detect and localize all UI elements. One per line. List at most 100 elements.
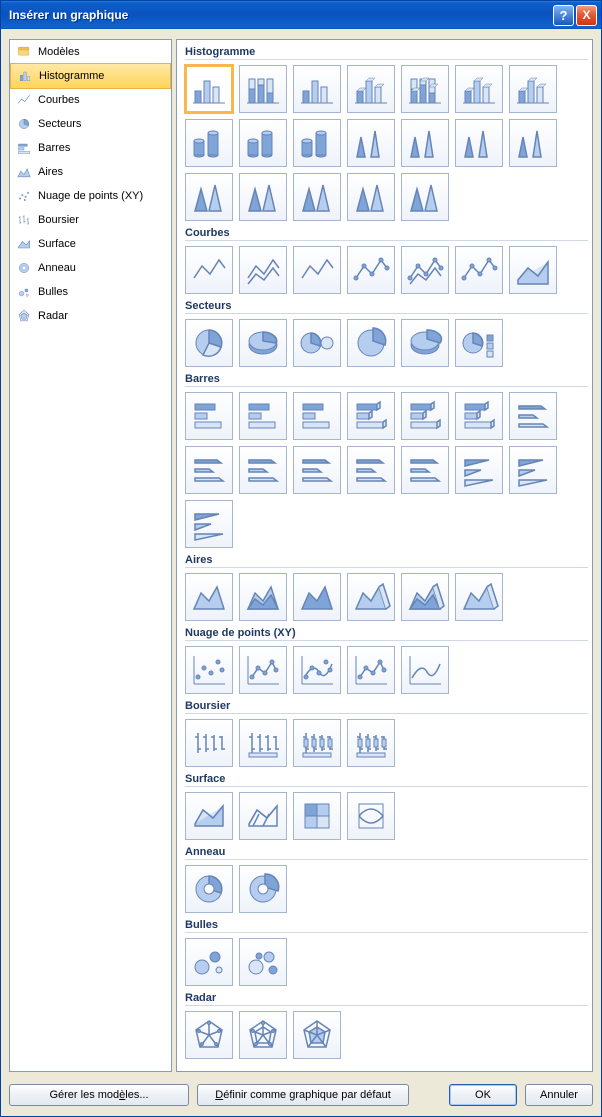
category-heading-stock: Boursier: [185, 698, 588, 714]
chart-tile-xyscatter-2[interactable]: [293, 646, 341, 694]
chart-tile-bar-10[interactable]: [347, 446, 395, 494]
sidebar-item-doughnut[interactable]: Anneau: [10, 256, 171, 280]
chart-tile-surface-0[interactable]: [185, 792, 233, 840]
chart-tile-stock-1[interactable]: [239, 719, 287, 767]
chart-tile-xyscatter-4[interactable]: [401, 646, 449, 694]
chart-tile-surface-1[interactable]: [239, 792, 287, 840]
chart-tile-column-18[interactable]: [401, 173, 449, 221]
chart-tile-bubble-0[interactable]: [185, 938, 233, 986]
chart-tile-surface-2[interactable]: [293, 792, 341, 840]
manage-templates-button[interactable]: Gérer les modèles...: [9, 1084, 189, 1106]
chart-tile-bar-8[interactable]: [239, 446, 287, 494]
chart-tile-bar-3[interactable]: [347, 392, 395, 440]
chart-tile-column-8[interactable]: [239, 119, 287, 167]
chart-tile-bar-2[interactable]: [293, 392, 341, 440]
help-button[interactable]: ?: [553, 5, 574, 26]
chart-tile-column-0[interactable]: [184, 64, 234, 114]
chart-tile-doughnut-0[interactable]: [185, 865, 233, 913]
chart-tile-column-10[interactable]: [347, 119, 395, 167]
chart-tile-radar-0[interactable]: [185, 1011, 233, 1059]
ok-button[interactable]: OK: [449, 1084, 517, 1106]
chart-tile-column-17[interactable]: [347, 173, 395, 221]
sidebar-item-label: Barres: [38, 142, 70, 154]
sidebar-item-xyscatter[interactable]: Nuage de points (XY): [10, 184, 171, 208]
chart-tile-bar-12[interactable]: [455, 446, 503, 494]
chart-tile-pie-0[interactable]: [185, 319, 233, 367]
sidebar-item-surface[interactable]: Surface: [10, 232, 171, 256]
surface-icon: [16, 236, 32, 252]
chart-tile-pie-3[interactable]: [347, 319, 395, 367]
chart-tile-column-3[interactable]: [347, 65, 395, 113]
area-icon: [16, 164, 32, 180]
chart-tile-bubble-1[interactable]: [239, 938, 287, 986]
chart-tile-pie-4[interactable]: [401, 319, 449, 367]
sidebar-item-column[interactable]: Histogramme: [10, 63, 171, 89]
chart-tile-line-0[interactable]: [185, 246, 233, 294]
chart-tile-column-14[interactable]: [185, 173, 233, 221]
chart-tile-column-2[interactable]: [293, 65, 341, 113]
sidebar-item-label: Boursier: [38, 214, 79, 226]
sidebar-item-bar[interactable]: Barres: [10, 136, 171, 160]
chart-tile-column-1[interactable]: [239, 65, 287, 113]
chart-tile-bar-4[interactable]: [401, 392, 449, 440]
chart-tile-bar-11[interactable]: [401, 446, 449, 494]
chart-tile-line-3[interactable]: [347, 246, 395, 294]
chart-tile-line-6[interactable]: [509, 246, 557, 294]
chart-tile-bar-5[interactable]: [455, 392, 503, 440]
chart-tile-line-4[interactable]: [401, 246, 449, 294]
chart-tile-stock-0[interactable]: [185, 719, 233, 767]
chart-tile-pie-2[interactable]: [293, 319, 341, 367]
sidebar-item-bubble[interactable]: Bulles: [10, 280, 171, 304]
chart-tile-xyscatter-1[interactable]: [239, 646, 287, 694]
sidebar-item-area[interactable]: Aires: [10, 160, 171, 184]
chart-tile-column-11[interactable]: [401, 119, 449, 167]
category-heading-bar: Barres: [185, 371, 588, 387]
chart-tile-bar-6[interactable]: [509, 392, 557, 440]
chart-tile-column-12[interactable]: [455, 119, 503, 167]
chart-tile-column-15[interactable]: [239, 173, 287, 221]
chart-tile-column-5[interactable]: [455, 65, 503, 113]
chart-tile-bar-1[interactable]: [239, 392, 287, 440]
chart-tile-column-13[interactable]: [509, 119, 557, 167]
chart-tile-line-5[interactable]: [455, 246, 503, 294]
chart-tile-area-4[interactable]: [401, 573, 449, 621]
chart-gallery[interactable]: HistogrammeCourbesSecteursBarresAiresNua…: [176, 39, 593, 1072]
close-button[interactable]: X: [576, 5, 597, 26]
chart-tile-radar-2[interactable]: [293, 1011, 341, 1059]
chart-tile-bar-0[interactable]: [185, 392, 233, 440]
chart-tile-area-0[interactable]: [185, 573, 233, 621]
chart-tile-bar-9[interactable]: [293, 446, 341, 494]
chart-tile-doughnut-1[interactable]: [239, 865, 287, 913]
chart-tile-column-16[interactable]: [293, 173, 341, 221]
chart-tile-column-4[interactable]: [401, 65, 449, 113]
cancel-button[interactable]: Annuler: [525, 1084, 593, 1106]
sidebar-item-stock[interactable]: Boursier: [10, 208, 171, 232]
set-default-button[interactable]: Définir comme graphique par défaut: [197, 1084, 409, 1106]
chart-tile-bar-13[interactable]: [509, 446, 557, 494]
chart-tile-bar-7[interactable]: [185, 446, 233, 494]
chart-tile-area-3[interactable]: [347, 573, 395, 621]
chart-tile-pie-5[interactable]: [455, 319, 503, 367]
chart-tile-bar-14[interactable]: [185, 500, 233, 548]
chart-tile-surface-3[interactable]: [347, 792, 395, 840]
chart-tile-xyscatter-3[interactable]: [347, 646, 395, 694]
sidebar-item-pie[interactable]: Secteurs: [10, 112, 171, 136]
chart-tile-column-6[interactable]: [509, 65, 557, 113]
chart-tile-line-2[interactable]: [293, 246, 341, 294]
chart-tile-area-5[interactable]: [455, 573, 503, 621]
chart-tile-column-9[interactable]: [293, 119, 341, 167]
chart-tile-pie-1[interactable]: [239, 319, 287, 367]
bar-icon: [16, 140, 32, 156]
chart-tile-stock-2[interactable]: [293, 719, 341, 767]
sidebar-item-templates[interactable]: Modèles: [10, 40, 171, 64]
chart-tile-area-2[interactable]: [293, 573, 341, 621]
chart-tile-stock-3[interactable]: [347, 719, 395, 767]
chart-tile-area-1[interactable]: [239, 573, 287, 621]
dialog-footer: Gérer les modèles... Définir comme graph…: [1, 1078, 601, 1116]
sidebar-item-line[interactable]: Courbes: [10, 88, 171, 112]
chart-tile-line-1[interactable]: [239, 246, 287, 294]
chart-tile-xyscatter-0[interactable]: [185, 646, 233, 694]
chart-tile-radar-1[interactable]: [239, 1011, 287, 1059]
sidebar-item-radar[interactable]: Radar: [10, 304, 171, 328]
chart-tile-column-7[interactable]: [185, 119, 233, 167]
